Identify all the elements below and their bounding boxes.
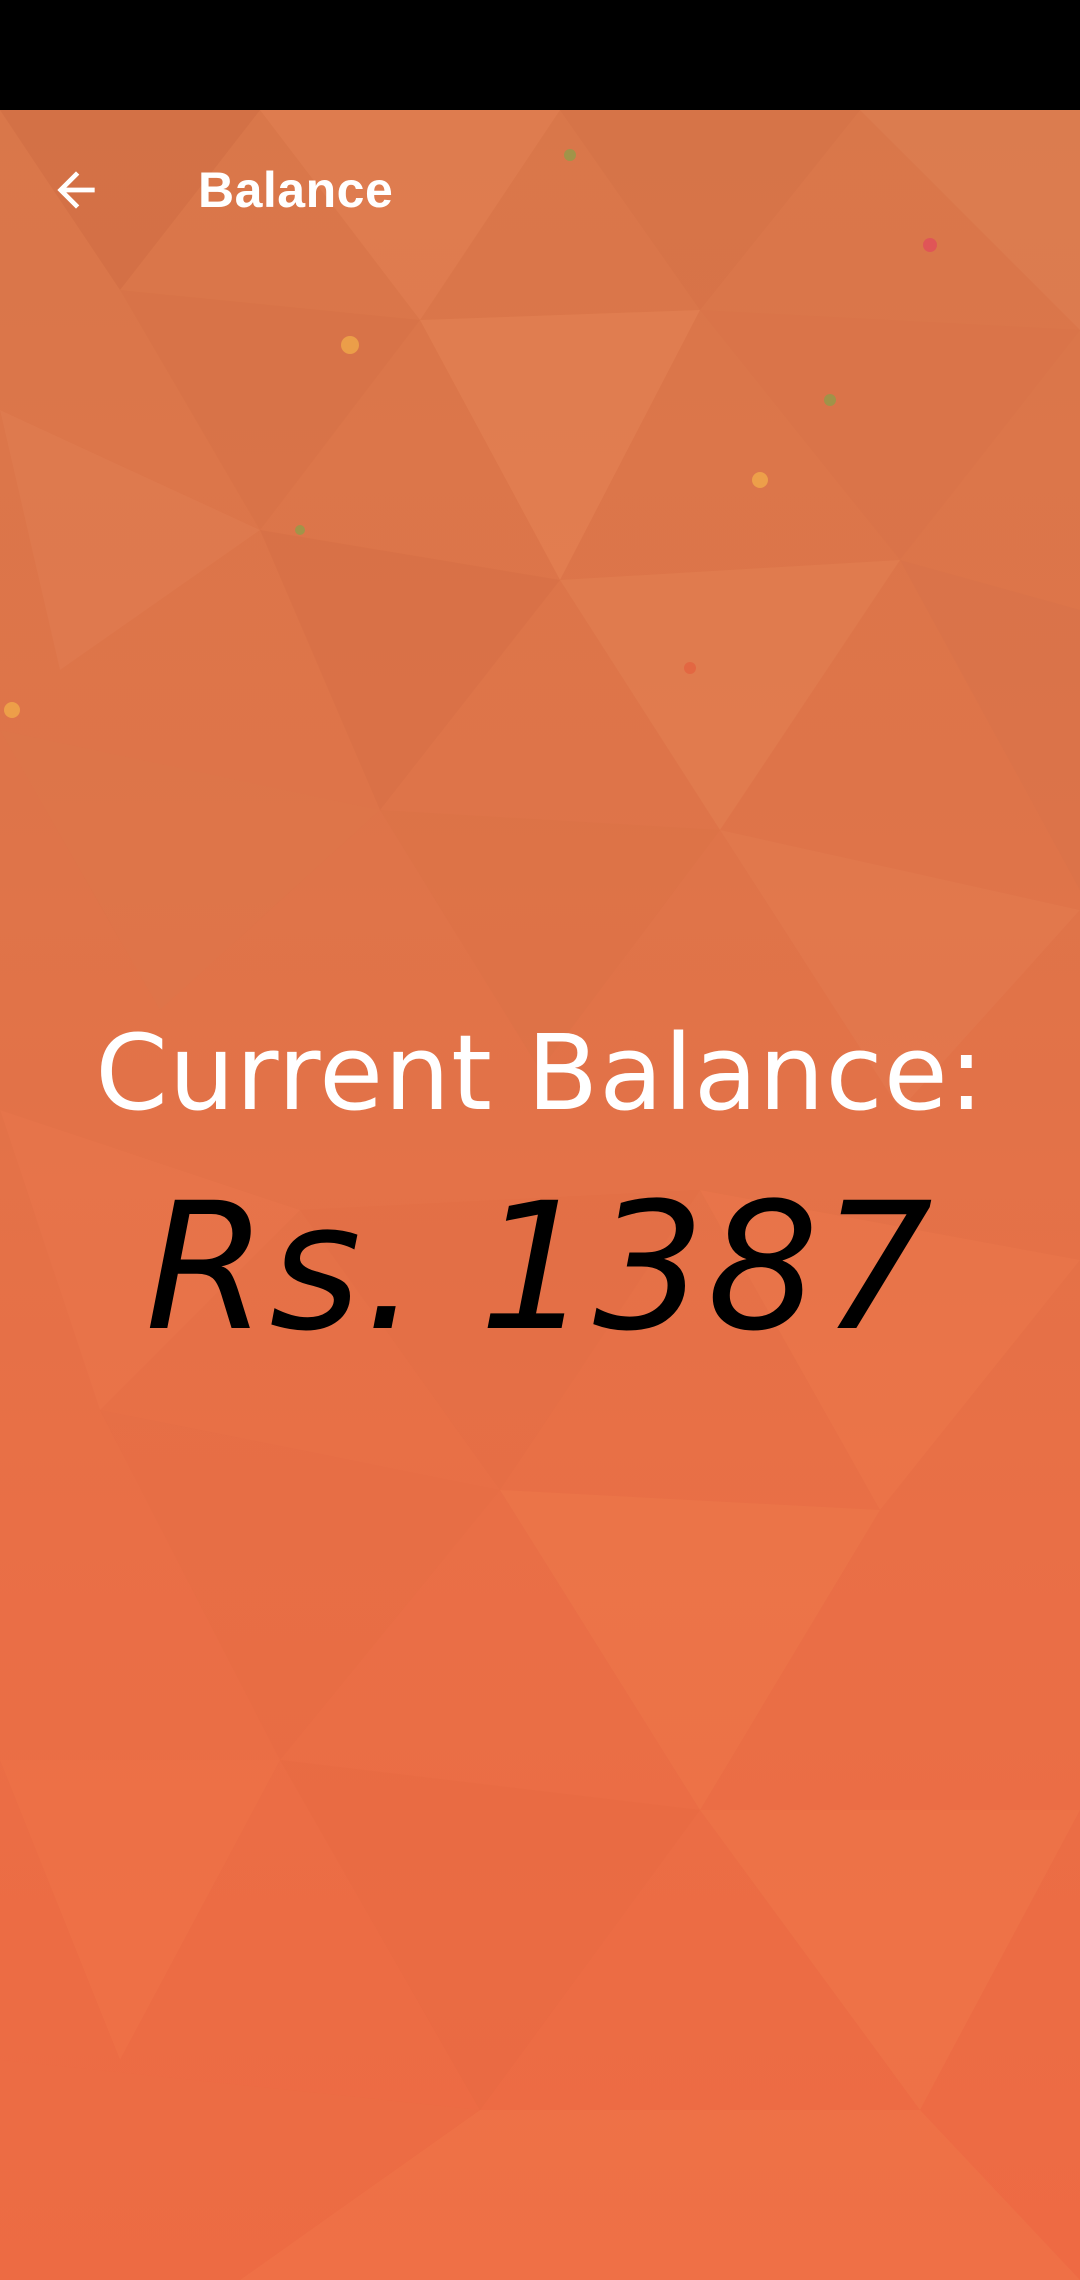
balance-amount: Rs. 1387 [145, 1165, 935, 1370]
balance-screen: Balance Current Balance: Rs. 1387 [0, 110, 1080, 2280]
page-title: Balance [198, 162, 394, 218]
back-button[interactable] [36, 150, 116, 230]
toolbar: Balance [0, 110, 1080, 266]
current-balance-label: Current Balance: [95, 1012, 985, 1134]
status-bar [0, 0, 1080, 110]
arrow-left-icon [57, 171, 95, 209]
